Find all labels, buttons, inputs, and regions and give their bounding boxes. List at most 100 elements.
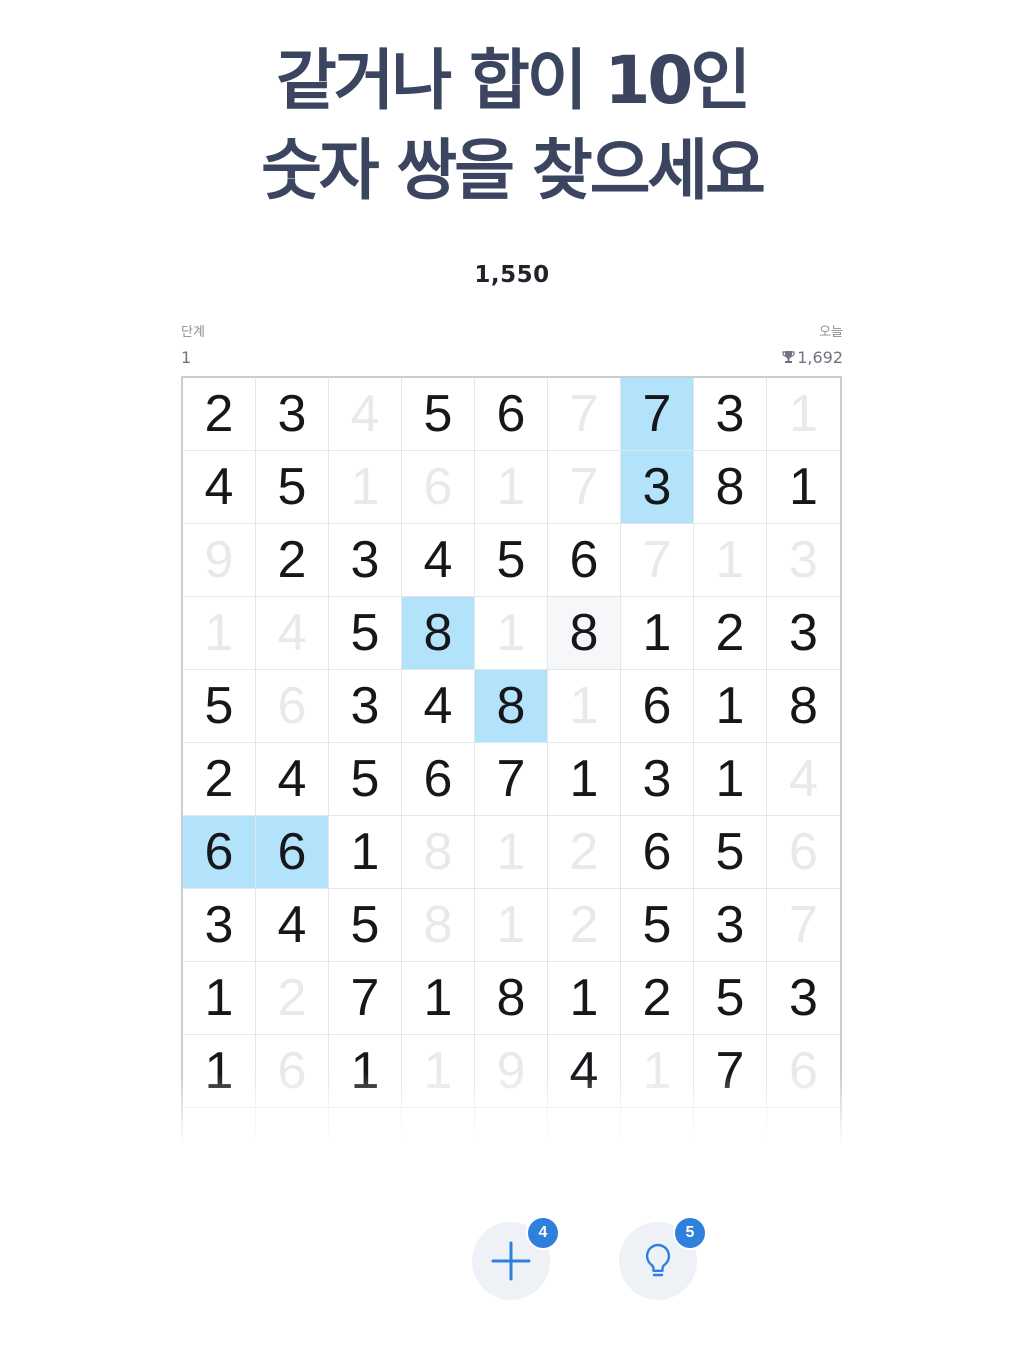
grid-cell[interactable]: 4: [256, 597, 329, 670]
grid-cell[interactable]: [475, 1108, 548, 1144]
grid-cell[interactable]: 1: [402, 962, 475, 1035]
grid-cell[interactable]: 6: [767, 1035, 840, 1108]
grid-cell[interactable]: 8: [475, 962, 548, 1035]
grid-cell[interactable]: 3: [183, 889, 256, 962]
grid-cell[interactable]: 3: [621, 743, 694, 816]
grid-cell[interactable]: 7: [548, 378, 621, 451]
grid-cell[interactable]: 4: [548, 1035, 621, 1108]
grid-cell[interactable]: 4: [329, 378, 402, 451]
grid-cell[interactable]: 1: [329, 451, 402, 524]
grid-cell[interactable]: 1: [767, 451, 840, 524]
grid-cell[interactable]: 2: [694, 597, 767, 670]
grid-cell[interactable]: 5: [256, 451, 329, 524]
grid-cell[interactable]: 6: [256, 670, 329, 743]
grid-cell[interactable]: 7: [767, 889, 840, 962]
grid-cell[interactable]: 3: [767, 524, 840, 597]
grid-cell[interactable]: 3: [329, 524, 402, 597]
grid-cell[interactable]: [402, 1108, 475, 1144]
grid-cell[interactable]: 6: [548, 524, 621, 597]
grid-cell[interactable]: 8: [402, 597, 475, 670]
grid-cell[interactable]: 1: [694, 670, 767, 743]
grid-cell[interactable]: 1: [183, 597, 256, 670]
grid-cell[interactable]: 1: [183, 1035, 256, 1108]
grid-cell[interactable]: 1: [402, 1035, 475, 1108]
grid-cell[interactable]: 5: [402, 378, 475, 451]
grid-cell[interactable]: 1: [694, 743, 767, 816]
grid-cell[interactable]: 2: [256, 962, 329, 1035]
grid-cell[interactable]: 4: [767, 743, 840, 816]
grid-cell[interactable]: 3: [694, 378, 767, 451]
hint-button[interactable]: 5: [619, 1216, 707, 1300]
grid-cell[interactable]: 7: [621, 524, 694, 597]
grid-cell[interactable]: 1: [548, 743, 621, 816]
grid-cell[interactable]: 4: [256, 889, 329, 962]
grid-cell[interactable]: 8: [767, 670, 840, 743]
grid-cell[interactable]: [694, 1108, 767, 1144]
grid-cell[interactable]: 2: [548, 889, 621, 962]
grid-cell[interactable]: 6: [402, 743, 475, 816]
grid-cell[interactable]: 7: [694, 1035, 767, 1108]
grid-cell[interactable]: 6: [256, 1035, 329, 1108]
grid-cell[interactable]: 5: [694, 816, 767, 889]
grid-cell[interactable]: 2: [621, 962, 694, 1035]
grid-cell[interactable]: [767, 1108, 840, 1144]
grid-cell[interactable]: 4: [402, 670, 475, 743]
grid-cell[interactable]: 1: [694, 524, 767, 597]
grid-cell[interactable]: 1: [183, 962, 256, 1035]
grid-cell[interactable]: 3: [767, 597, 840, 670]
grid-cell[interactable]: 7: [621, 378, 694, 451]
grid-cell[interactable]: 7: [329, 962, 402, 1035]
grid-cell[interactable]: 1: [475, 451, 548, 524]
grid-cell[interactable]: 2: [256, 524, 329, 597]
grid-cell[interactable]: 9: [183, 524, 256, 597]
grid-cell[interactable]: 6: [767, 816, 840, 889]
grid-cell[interactable]: 3: [256, 378, 329, 451]
grid-cell[interactable]: 1: [548, 670, 621, 743]
grid-cell[interactable]: 1: [621, 597, 694, 670]
grid-cell[interactable]: 2: [183, 743, 256, 816]
grid-cell[interactable]: 5: [329, 743, 402, 816]
grid-cell[interactable]: 3: [621, 451, 694, 524]
grid-cell[interactable]: 2: [183, 378, 256, 451]
grid-cell[interactable]: 3: [694, 889, 767, 962]
grid-cell[interactable]: 1: [548, 962, 621, 1035]
grid-cell[interactable]: 8: [694, 451, 767, 524]
grid-cell[interactable]: 6: [402, 451, 475, 524]
grid-cell[interactable]: 1: [329, 816, 402, 889]
grid-cell[interactable]: 3: [329, 670, 402, 743]
grid-cell[interactable]: 4: [256, 743, 329, 816]
grid-cell[interactable]: 5: [621, 889, 694, 962]
grid-cell[interactable]: 6: [475, 378, 548, 451]
grid-cell[interactable]: [183, 1108, 256, 1144]
grid-cell[interactable]: [621, 1108, 694, 1144]
grid-cell[interactable]: 8: [475, 670, 548, 743]
grid-cell[interactable]: 4: [402, 524, 475, 597]
grid-cell[interactable]: [548, 1108, 621, 1144]
grid-cell[interactable]: 3: [767, 962, 840, 1035]
grid-cell[interactable]: 6: [621, 670, 694, 743]
grid-cell[interactable]: 6: [621, 816, 694, 889]
grid-cell[interactable]: 6: [256, 816, 329, 889]
grid-cell[interactable]: 1: [767, 378, 840, 451]
grid-cell[interactable]: 5: [329, 889, 402, 962]
grid-cell[interactable]: 4: [183, 451, 256, 524]
grid-cell[interactable]: 8: [548, 597, 621, 670]
grid-cell[interactable]: 5: [694, 962, 767, 1035]
grid-cell[interactable]: 8: [402, 816, 475, 889]
grid-cell[interactable]: 2: [548, 816, 621, 889]
grid-cell[interactable]: [256, 1108, 329, 1144]
grid-cell[interactable]: 1: [475, 597, 548, 670]
add-numbers-button[interactable]: 4: [472, 1216, 560, 1300]
grid-cell[interactable]: 8: [402, 889, 475, 962]
grid-cell[interactable]: 7: [475, 743, 548, 816]
grid-cell[interactable]: 1: [475, 889, 548, 962]
grid-cell[interactable]: 5: [329, 597, 402, 670]
grid-cell[interactable]: 1: [329, 1035, 402, 1108]
grid-cell[interactable]: 6: [183, 816, 256, 889]
grid-cell[interactable]: 5: [183, 670, 256, 743]
grid-cell[interactable]: 1: [475, 816, 548, 889]
grid-cell[interactable]: 7: [548, 451, 621, 524]
grid-cell[interactable]: 1: [621, 1035, 694, 1108]
grid-cell[interactable]: 5: [475, 524, 548, 597]
grid-cell[interactable]: 9: [475, 1035, 548, 1108]
